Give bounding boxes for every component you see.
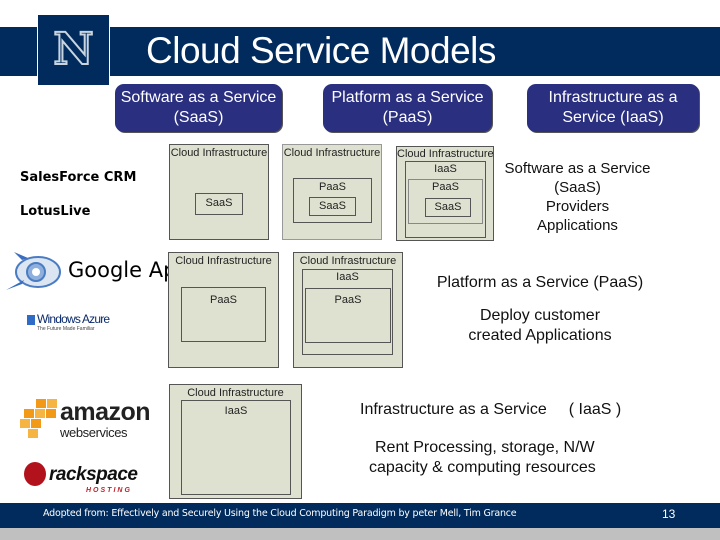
diagram-box-iaas: IaaS PaaS SaaS: [405, 161, 486, 238]
header-paas-label: Platform as a Service (PaaS): [331, 89, 484, 126]
aws-logo-subtext: webservices: [60, 425, 128, 440]
diagram-box-paas: PaaS: [305, 288, 391, 343]
footer-citation: Adopted from: Effectively and Securely U…: [43, 508, 517, 519]
diagram-label-cloud: Cloud Infrastructure: [397, 148, 494, 160]
azure-logo-text: Windows Azure: [37, 312, 110, 326]
diagram-iaas-1: Cloud Infrastructure IaaS: [169, 384, 302, 499]
diagram-box-paas: PaaS SaaS: [408, 179, 483, 224]
header-iaas-label: Infrastructure as a Service (IaaS): [548, 89, 678, 126]
diagram-label-cloud: Cloud Infrastructure: [299, 255, 397, 267]
desc-paas-line3: created Applications: [468, 327, 612, 344]
diagram-label-paas: PaaS: [319, 181, 346, 193]
page-number: 13: [662, 507, 676, 521]
slide-title: Cloud Service Models: [146, 30, 496, 71]
bottom-strip: [0, 528, 720, 540]
diagram-label-saas: SaaS: [205, 197, 233, 209]
desc-iaas-line1: Infrastructure as a Service: [360, 401, 547, 418]
diagram-label-iaas: IaaS: [336, 271, 359, 283]
desc-paas-line1: Platform as a Service (PaaS): [436, 274, 644, 291]
diagram-paas-1: Cloud Infrastructure PaaS: [168, 252, 279, 368]
desc-saas: Software as a Service (SaaS) Providers A…: [495, 159, 660, 235]
diagram-box-paas: PaaS SaaS: [293, 178, 372, 223]
desc-paas-line2: Deploy customer: [479, 307, 601, 324]
diagram-label-cloud: Cloud Infrastructure: [175, 255, 272, 267]
rackspace-logo: rackspace HOSTING: [24, 462, 149, 498]
rackspace-logo-text: rackspace: [49, 464, 138, 485]
provider-lotuslive: LotusLive: [20, 204, 91, 219]
aws-logo-text: amazon: [60, 398, 151, 426]
diagram-label-paas: PaaS: [334, 294, 362, 306]
windows-azure-logo: Windows Azure The Future Made Familiar: [27, 312, 110, 332]
diagram-box-paas: PaaS: [181, 287, 266, 342]
amazon-web-services-logo: amazon webservices: [20, 395, 151, 445]
desc-iaas: Infrastructure as a Service ( IaaS ) Rent…: [360, 400, 660, 478]
rackspace-icon: [24, 462, 46, 486]
header-iaas: Infrastructure as a Service (IaaS): [527, 84, 699, 132]
desc-saas-line3: Providers: [545, 198, 610, 215]
rackspace-logo-subtext: HOSTING: [86, 487, 132, 494]
header-saas-label: Software as a Service (SaaS): [120, 89, 277, 126]
diagram-label-iaas: IaaS: [224, 405, 248, 417]
diagram-box-iaas: IaaS: [181, 400, 291, 495]
diagram-label-cloud: Cloud Infrastructure: [187, 387, 284, 399]
aws-cubes-icon: [20, 399, 57, 438]
desc-saas-line2: (SaaS): [554, 179, 601, 196]
desc-iaas-line3: capacity & computing resources: [369, 459, 596, 476]
google-app-engine-icon: [4, 250, 66, 294]
diagram-label-cloud: Cloud Infrastructure: [283, 147, 381, 159]
diagram-box-iaas: IaaS PaaS: [302, 269, 393, 355]
desc-iaas-line2: Rent Processing, storage, N/W: [375, 439, 595, 456]
diagram-label-saas: SaaS: [434, 201, 462, 213]
diagram-label-paas: PaaS: [210, 294, 237, 306]
diagram-saas-1: Cloud Infrastructure SaaS: [169, 144, 269, 240]
windows-flag-icon: [27, 314, 35, 325]
diagram-box-saas: SaaS: [425, 198, 471, 217]
diagram-saas-3: Cloud Infrastructure IaaS PaaS SaaS: [396, 146, 494, 241]
university-logo: N: [37, 15, 110, 85]
header-saas: Software as a Service (SaaS): [115, 84, 282, 132]
desc-saas-line1: Software as a Service: [504, 160, 651, 177]
desc-paas: Platform as a Service (PaaS) Deploy cust…: [420, 273, 660, 346]
diagram-paas-2: Cloud Infrastructure IaaS PaaS: [293, 252, 403, 368]
logo-letter: N: [52, 24, 94, 75]
header-paas: Platform as a Service (PaaS): [323, 84, 492, 132]
diagram-saas-2: Cloud Infrastructure PaaS SaaS: [282, 144, 382, 240]
provider-salesforce: SalesForce CRM: [20, 170, 137, 185]
diagram-box-saas: SaaS: [309, 197, 356, 216]
diagram-label-paas: PaaS: [432, 181, 459, 193]
diagram-label-saas: SaaS: [319, 200, 346, 212]
azure-tagline: The Future Made Familiar: [37, 326, 95, 332]
desc-saas-line4: Applications: [537, 217, 618, 234]
diagram-label-iaas: IaaS: [434, 163, 457, 175]
desc-iaas-abbrev: ( IaaS ): [568, 401, 622, 418]
diagram-label-cloud: Cloud Infrastructure: [170, 147, 268, 159]
diagram-box-saas: SaaS: [195, 193, 243, 215]
